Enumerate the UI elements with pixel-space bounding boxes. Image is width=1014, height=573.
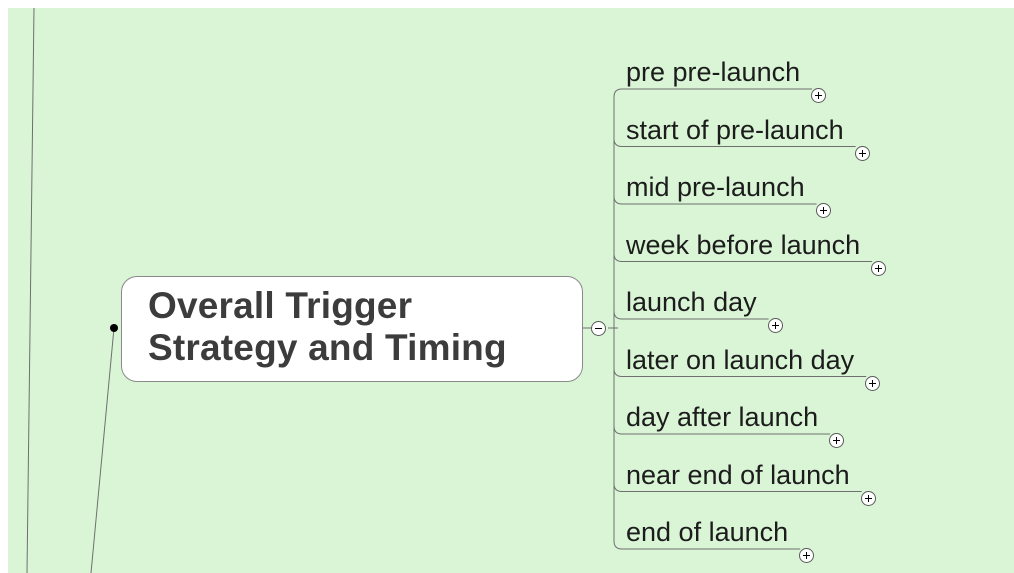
- expand-plus-icon[interactable]: [815, 203, 831, 218]
- expand-plus-icon[interactable]: [860, 490, 876, 506]
- central-topic-line2: Strategy and Timing: [148, 327, 507, 368]
- central-topic[interactable]: Overall Trigger Strategy and Timing: [121, 276, 583, 382]
- expand-plus-icon[interactable]: [871, 260, 887, 276]
- subtopic-7[interactable]: day after launch: [626, 401, 818, 433]
- subtopic-1[interactable]: pre pre-launch: [626, 56, 800, 88]
- expand-plus-icon[interactable]: [854, 145, 870, 161]
- central-topic-line1: Overall Trigger: [148, 285, 413, 326]
- subtopic-8[interactable]: near end of launch: [626, 459, 850, 491]
- outer-vertical-line: [26, 8, 35, 573]
- subtopic-6[interactable]: later on launch day: [626, 344, 854, 376]
- mindmap-canvas: Overall Trigger Strategy and Timing pre …: [8, 8, 1014, 573]
- parent-connector-dot: [110, 324, 118, 332]
- expand-plus-icon[interactable]: [865, 375, 881, 391]
- subtopic-2[interactable]: start of pre-launch: [626, 114, 844, 146]
- subtopic-9[interactable]: end of launch: [626, 516, 788, 548]
- collapse-minus-icon[interactable]: [591, 321, 606, 336]
- subtopic-4[interactable]: week before launch: [626, 229, 860, 261]
- subtopic-5[interactable]: launch day: [626, 286, 757, 318]
- expand-plus-icon[interactable]: [767, 318, 783, 333]
- parent-link-line: [90, 327, 115, 573]
- subtopic-3[interactable]: mid pre-launch: [626, 171, 805, 203]
